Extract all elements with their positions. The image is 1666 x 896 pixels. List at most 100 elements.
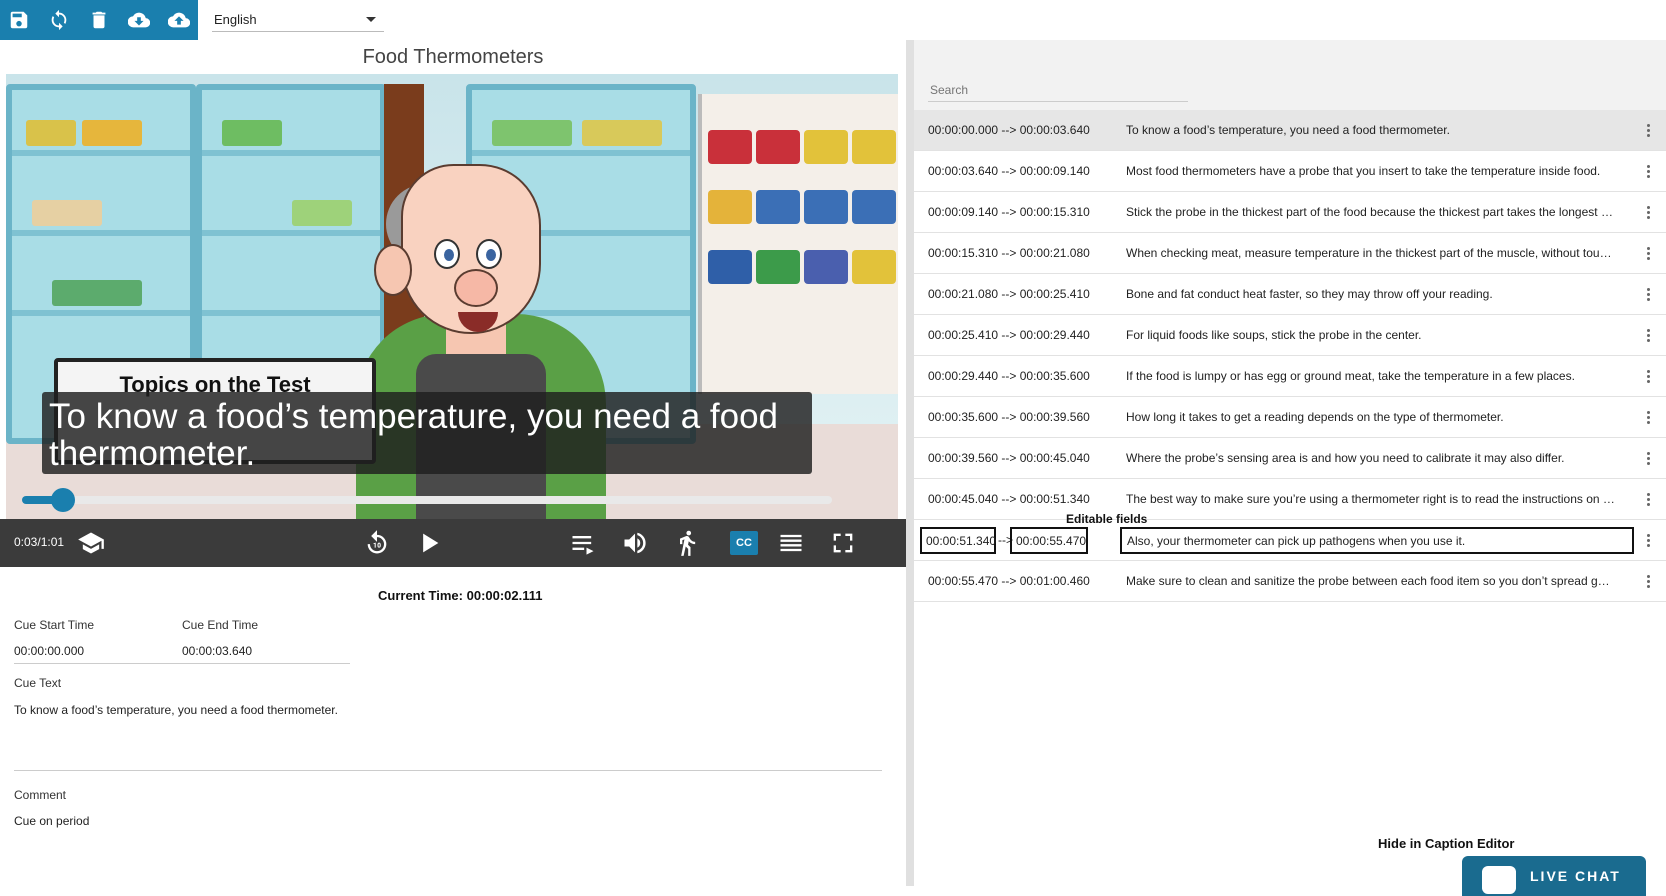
search-input[interactable] [928,78,1188,102]
cc-icon: CC [736,537,752,549]
language-select[interactable]: English [212,8,384,32]
cue-row-menu[interactable] [1640,160,1656,182]
video-title: Food Thermometers [362,46,544,68]
cue-text-input[interactable]: Also, your thermometer can pick up patho… [1120,527,1634,554]
playlist-icon [572,536,594,555]
top-toolbar [0,0,198,40]
delete-button[interactable] [88,9,110,31]
time-fields-divider [14,663,350,664]
closed-captions-button[interactable]: CC [730,531,758,555]
chevron-down-icon [366,17,376,22]
character-nose [454,269,498,307]
course-button[interactable] [76,529,106,557]
more-vertical-icon [1646,128,1650,132]
cue-row[interactable]: 00:00:15.310 --> 00:00:21.080 When checki… [914,233,1666,274]
cue-row-menu[interactable] [1640,324,1656,346]
download-button[interactable] [128,9,150,31]
character-eye-left [434,239,460,269]
cue-row[interactable]: 00:00:00.000 --> 00:00:03.640 To know a f… [914,110,1666,151]
cue-row[interactable]: 00:00:29.440 --> 00:00:35.600 If the food… [914,356,1666,397]
cue-row-menu[interactable] [1640,488,1656,510]
cue-row-time: 00:00:15.310 --> 00:00:21.080 [928,246,1090,260]
cue-row[interactable]: 00:00:25.410 --> 00:00:29.440 For liquid … [914,315,1666,356]
live-chat-label: LIVE CHAT [1530,868,1621,884]
seek-bar[interactable] [22,488,832,512]
more-vertical-icon [1646,415,1650,419]
cue-row-text: Stick the probe in the thickest part of … [1126,205,1616,219]
cue-row-menu[interactable] [1640,447,1656,469]
cue-end-input[interactable]: 00:00:55.470 [1010,527,1088,554]
cue-row-time: 00:00:21.080 --> 00:00:25.410 [928,287,1090,301]
cue-row-menu[interactable] [1640,365,1656,387]
cue-row-menu[interactable] [1640,529,1656,551]
fullscreen-icon [833,533,853,553]
cue-row-editing[interactable]: 00:00:51.340 --> 00:00:55.470 Also, your… [914,520,1666,561]
volume-button[interactable] [620,529,650,557]
cue-row-text: When checking meat, measure temperature … [1126,246,1616,260]
character-ear [374,244,412,296]
transcript-button[interactable] [776,529,806,557]
cue-row[interactable]: 00:00:39.560 --> 00:00:45.040 Where the p… [914,438,1666,479]
transcript-icon [780,534,802,552]
cue-row-text: Where the probe’s sensing area is and ho… [1126,451,1565,465]
cue-start-input[interactable]: 00:00:51.340 [920,527,996,554]
character-head [401,164,541,334]
refresh-button[interactable] [48,9,70,31]
cue-text-divider [14,770,882,771]
cue-row-menu[interactable] [1640,242,1656,264]
more-vertical-icon [1646,251,1650,255]
play-button[interactable] [414,529,444,557]
more-vertical-icon [1646,169,1650,173]
panel-splitter[interactable] [906,40,914,886]
cue-row-text: To know a food’s temperature, you need a… [1126,123,1450,137]
live-chat-button[interactable]: LIVE CHAT [1462,856,1646,896]
cue-row-time: 00:00:45.040 --> 00:00:51.340 [928,492,1090,506]
cloud-upload-icon [168,12,190,28]
cue-row[interactable]: 00:00:55.470 --> 00:01:00.460 Make sure t… [914,561,1666,602]
cue-end-field[interactable]: 00:00:03.640 [182,644,252,658]
cue-row-menu[interactable] [1640,119,1656,141]
video-frame[interactable]: Topics on the Test To know a food’s temp… [6,74,898,544]
seek-bar-handle[interactable] [50,488,75,512]
trash-icon [92,11,106,29]
player-panel: Food Thermometers Topics on the Test To … [0,40,906,886]
cue-row-text: Make sure to clean and sanitize the prob… [1126,574,1616,588]
audio-description-button[interactable] [672,529,702,557]
cue-row[interactable]: 00:00:21.080 --> 00:00:25.410 Bone and fa… [914,274,1666,315]
cue-row-text: Bone and fat conduct heat faster, so the… [1126,287,1493,301]
scene-shelf-rack [698,94,898,394]
caption-overlay: To know a food’s temperature, you need a… [42,392,812,474]
cue-row-menu[interactable] [1640,283,1656,305]
save-icon [10,11,28,29]
cue-row-time: 00:00:35.600 --> 00:00:39.560 [928,410,1090,424]
chat-bubble-icon [1482,866,1516,894]
more-vertical-icon [1646,456,1650,460]
refresh-icon [51,9,67,31]
rewind-10-button[interactable] [362,529,392,557]
running-icon [680,530,696,556]
more-vertical-icon [1646,292,1650,296]
cue-end-label: Cue End Time [182,618,259,632]
comment-field[interactable]: Cue on period [14,814,89,828]
upload-button[interactable] [168,9,190,31]
current-time: Current Time: 00:00:02.111 [378,588,543,603]
save-button[interactable] [8,9,30,31]
cue-row[interactable]: 00:00:45.040 --> 00:00:51.340 The best wa… [914,479,1666,520]
fullscreen-button[interactable] [828,529,858,557]
cue-row[interactable]: 00:00:35.600 --> 00:00:39.560 How long it… [914,397,1666,438]
more-vertical-icon [1646,210,1650,214]
cue-row-menu[interactable] [1640,201,1656,223]
cue-row[interactable]: 00:00:09.140 --> 00:00:15.310 Stick the p… [914,192,1666,233]
cue-start-field[interactable]: 00:00:00.000 [14,644,84,658]
cue-text-field[interactable]: To know a food’s temperature, you need a… [14,703,338,717]
cue-row-menu[interactable] [1640,406,1656,428]
cue-text-label: Cue Text [14,676,62,690]
playlist-button[interactable] [568,529,598,557]
cue-row-menu[interactable] [1640,570,1656,592]
cue-row[interactable]: 00:00:03.640 --> 00:00:09.140 Most food t… [914,151,1666,192]
cue-row-text: For liquid foods like soups, stick the p… [1126,328,1422,342]
character-eye-right [476,239,502,269]
cue-row-text: If the food is lumpy or has egg or groun… [1126,369,1575,383]
language-selected-value: English [214,12,257,27]
more-vertical-icon [1646,538,1650,542]
